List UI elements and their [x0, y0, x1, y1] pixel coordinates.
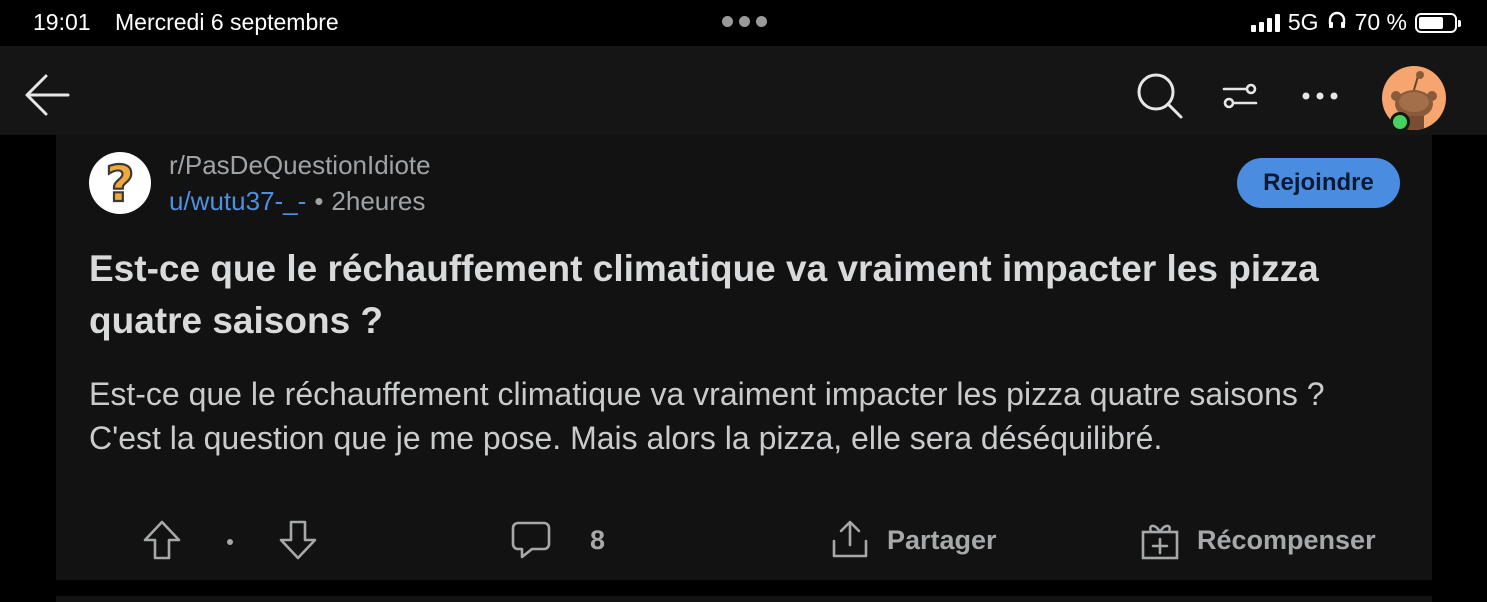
headphones-icon	[1327, 9, 1347, 36]
status-indicators: 5G 70 %	[1250, 9, 1461, 36]
top-nav	[0, 46, 1487, 135]
post-meta: u/wutu37-_- • 2heures	[169, 186, 425, 217]
post-body: Est-ce que le réchauffement climatique v…	[89, 376, 1325, 456]
back-arrow-icon	[25, 74, 70, 116]
post-time: 2heures	[331, 186, 426, 216]
upvote-icon	[143, 520, 181, 560]
network-label: 5G	[1287, 9, 1319, 35]
signal-icon	[1250, 13, 1280, 32]
search-icon	[1137, 73, 1183, 119]
share-icon	[832, 520, 868, 558]
multitask-dots-icon[interactable]	[722, 16, 767, 27]
vote-score-dot	[227, 539, 233, 545]
post-title: Est-ce que le réchauffement climatique v…	[89, 248, 1319, 341]
back-button[interactable]	[20, 68, 74, 122]
battery-icon	[1415, 12, 1461, 33]
author-link[interactable]: u/wutu37-_-	[169, 186, 306, 216]
upvote-button[interactable]	[142, 519, 182, 561]
battery-percent: 70 %	[1354, 9, 1407, 35]
user-avatar-button[interactable]	[1382, 66, 1450, 134]
status-time: 19:01	[33, 9, 91, 35]
post-actions: 8 Partager Récompenser	[56, 515, 1432, 565]
comments-button[interactable]: 8	[510, 519, 605, 561]
status-bar: 19:01 Mercredi 6 septembre 5G 70 %	[0, 0, 1487, 46]
comment-count: 8	[590, 524, 606, 555]
online-status-dot	[1390, 112, 1410, 132]
svg-text:?: ?	[105, 158, 134, 208]
more-options-button[interactable]	[1296, 76, 1344, 116]
share-label: Partager	[887, 524, 997, 555]
award-button[interactable]: Récompenser	[1139, 519, 1376, 561]
gift-icon	[1141, 524, 1179, 560]
next-post-edge	[56, 596, 1432, 602]
subreddit-name[interactable]: r/PasDeQuestionIdiote	[169, 150, 431, 181]
search-button[interactable]	[1134, 70, 1186, 122]
downvote-icon	[279, 520, 317, 560]
sort-filter-button[interactable]	[1218, 76, 1262, 116]
filter-icon	[1222, 83, 1258, 109]
screen: 19:01 Mercredi 6 septembre 5G 70 % ? r/P…	[0, 0, 1487, 602]
status-date: Mercredi 6 septembre	[115, 9, 339, 35]
share-button[interactable]: Partager	[829, 519, 997, 561]
more-icon	[1302, 92, 1338, 100]
question-mark-icon: ?	[104, 158, 135, 208]
join-button[interactable]: Rejoindre	[1237, 158, 1400, 208]
meta-separator: •	[314, 186, 324, 216]
award-label: Récompenser	[1197, 524, 1376, 555]
subreddit-icon[interactable]: ?	[89, 152, 151, 214]
post-card: ? r/PasDeQuestionIdiote u/wutu37-_- • 2heu…	[56, 135, 1432, 580]
downvote-button[interactable]	[278, 519, 318, 561]
comment-icon	[511, 521, 551, 559]
